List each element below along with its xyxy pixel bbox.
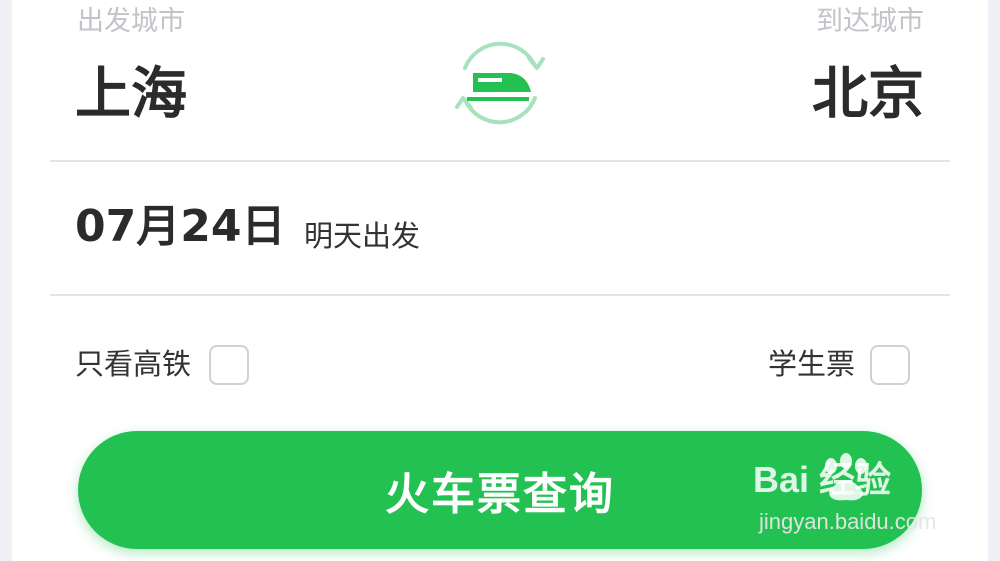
ticket-search-card: 出发城市 上海 到达城市 北京 07月24日 明天出发 只看高铁 学生票 火车票… — [12, 0, 988, 561]
departure-date[interactable]: 07月24日 — [75, 198, 285, 256]
arrival-city-label: 到达城市 — [816, 6, 924, 37]
departure-city[interactable]: 上海 — [75, 58, 187, 132]
arrival-city[interactable]: 北京 — [812, 58, 924, 132]
divider — [50, 294, 950, 296]
swap-cities-button[interactable] — [445, 28, 555, 138]
search-tickets-button[interactable]: 火车票查询 — [78, 431, 922, 549]
train-swap-icon — [455, 41, 545, 125]
departure-date-hint: 明天出发 — [304, 219, 421, 253]
student-ticket-checkbox[interactable] — [870, 345, 910, 385]
departure-city-label: 出发城市 — [77, 6, 185, 37]
student-ticket-label: 学生票 — [768, 347, 856, 381]
divider — [50, 160, 950, 162]
high-speed-only-label: 只看高铁 — [75, 347, 192, 381]
high-speed-only-checkbox[interactable] — [209, 345, 249, 385]
